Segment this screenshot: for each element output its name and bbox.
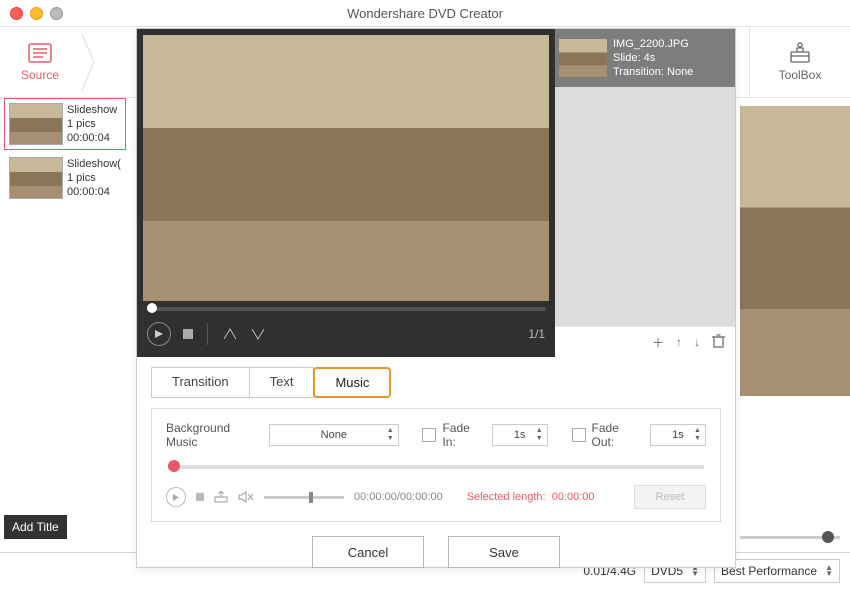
editor-top: 1/1 IMG_2200.JPG Slide: 4s Transition: N… (137, 29, 735, 357)
music-trim-slider[interactable] (168, 465, 704, 469)
rotate-right-icon[interactable] (250, 327, 266, 341)
preview-timeline[interactable] (147, 307, 545, 311)
page-indicator: 1/1 (528, 327, 545, 341)
add-slide-icon[interactable]: ＋ (652, 334, 664, 351)
timeline-playhead[interactable] (147, 303, 157, 313)
audio-play-button[interactable] (166, 487, 186, 507)
slideshow-item[interactable]: Slideshow( 1 pics 00:00:04 (4, 152, 126, 204)
tab-transition[interactable]: Transition (151, 367, 250, 398)
reset-button[interactable]: Reset (634, 485, 706, 509)
titlebar: Wondershare DVD Creator (0, 0, 850, 27)
slide-thumbnail (559, 39, 607, 77)
fade-out-select[interactable]: 1s ▲▼ (650, 424, 706, 446)
play-button[interactable] (147, 322, 171, 346)
fade-in-checkbox[interactable] (422, 428, 436, 442)
modal-buttons: Cancel Save (137, 536, 735, 568)
editor-tabs: Transition Text Music (151, 367, 721, 398)
selected-length-label: Selected length: (467, 491, 546, 503)
toolbox-tab[interactable]: ToolBox (749, 27, 850, 97)
preview-strip-image (740, 106, 850, 396)
rotate-left-icon[interactable] (222, 327, 238, 341)
zoom-knob[interactable] (822, 531, 834, 543)
delete-slide-icon[interactable] (712, 334, 725, 351)
slide-list-item[interactable]: IMG_2200.JPG Slide: 4s Transition: None (555, 29, 735, 87)
tab-music[interactable]: Music (313, 367, 391, 398)
source-tab-label: Source (21, 68, 59, 82)
bg-music-value: None (321, 429, 347, 441)
tab-text[interactable]: Text (249, 367, 315, 398)
fade-out-checkbox[interactable] (572, 428, 586, 442)
move-down-icon[interactable]: ↓ (694, 335, 700, 349)
save-button[interactable]: Save (448, 536, 560, 568)
slideshow-info: Slideshow( 1 pics 00:00:04 (67, 157, 121, 199)
bg-music-label: Background Music (166, 421, 263, 449)
bg-music-select[interactable]: None ▲▼ (269, 424, 399, 446)
slideshow-pics: 1 pics (67, 171, 121, 185)
fade-in-value: 1s (514, 429, 526, 441)
toolbox-icon (788, 42, 812, 64)
audio-timecode: 00:00:00/00:00:00 (354, 491, 443, 503)
fade-in-select[interactable]: 1s ▲▼ (492, 424, 548, 446)
preview-controls: 1/1 (137, 311, 555, 357)
selected-length-value: 00:00:00 (552, 491, 595, 503)
volume-knob[interactable] (309, 492, 313, 503)
slideshow-title: Slideshow (67, 103, 117, 117)
slide-list: IMG_2200.JPG Slide: 4s Transition: None … (555, 29, 735, 357)
fade-out-value: 1s (672, 429, 684, 441)
slide-list-tools: ＋ ↑ ↓ (555, 326, 735, 357)
music-panel: Background Music None ▲▼ Fade In: 1s ▲▼ … (151, 408, 721, 522)
slideshow-info: Slideshow 1 pics 00:00:04 (67, 103, 117, 145)
preview-pane: 1/1 (137, 29, 555, 357)
import-audio-icon[interactable] (214, 491, 228, 503)
slideshow-item[interactable]: Slideshow 1 pics 00:00:04 (4, 98, 126, 150)
slide-name: IMG_2200.JPG (613, 37, 693, 51)
step-separator (80, 27, 104, 97)
slideshow-editor-modal: 1/1 IMG_2200.JPG Slide: 4s Transition: N… (136, 28, 736, 568)
slideshow-time: 00:00:04 (67, 185, 121, 199)
fade-in-label: Fade In: (442, 421, 485, 449)
right-preview-strip (740, 96, 850, 496)
source-icon (27, 42, 53, 64)
slide-duration: Slide: 4s (613, 51, 693, 65)
cancel-button[interactable]: Cancel (312, 536, 424, 568)
move-up-icon[interactable]: ↑ (676, 335, 682, 349)
fade-out-label: Fade Out: (592, 421, 644, 449)
sidebar: Slideshow 1 pics 00:00:04 Slideshow( 1 p… (0, 96, 130, 206)
trim-start-handle[interactable] (168, 460, 180, 472)
audio-controls: 00:00:00/00:00:00 Selected length: 00:00… (166, 485, 706, 509)
stop-button[interactable] (183, 329, 193, 339)
slideshow-time: 00:00:04 (67, 131, 117, 145)
source-tab[interactable]: Source (0, 27, 80, 97)
slideshow-title: Slideshow( (67, 157, 121, 171)
slideshow-thumbnail (9, 157, 63, 199)
slideshow-thumbnail (9, 103, 63, 145)
add-title-button[interactable]: Add Title (4, 515, 67, 539)
preview-image (143, 35, 549, 301)
divider (207, 323, 208, 345)
mute-icon[interactable] (238, 490, 254, 504)
volume-slider[interactable] (264, 496, 344, 499)
app-title: Wondershare DVD Creator (0, 6, 850, 21)
audio-stop-button[interactable] (196, 493, 204, 501)
toolbox-tab-label: ToolBox (779, 68, 822, 82)
zoom-slider[interactable] (740, 536, 840, 539)
slide-transition: Transition: None (613, 65, 693, 79)
slideshow-pics: 1 pics (67, 117, 117, 131)
